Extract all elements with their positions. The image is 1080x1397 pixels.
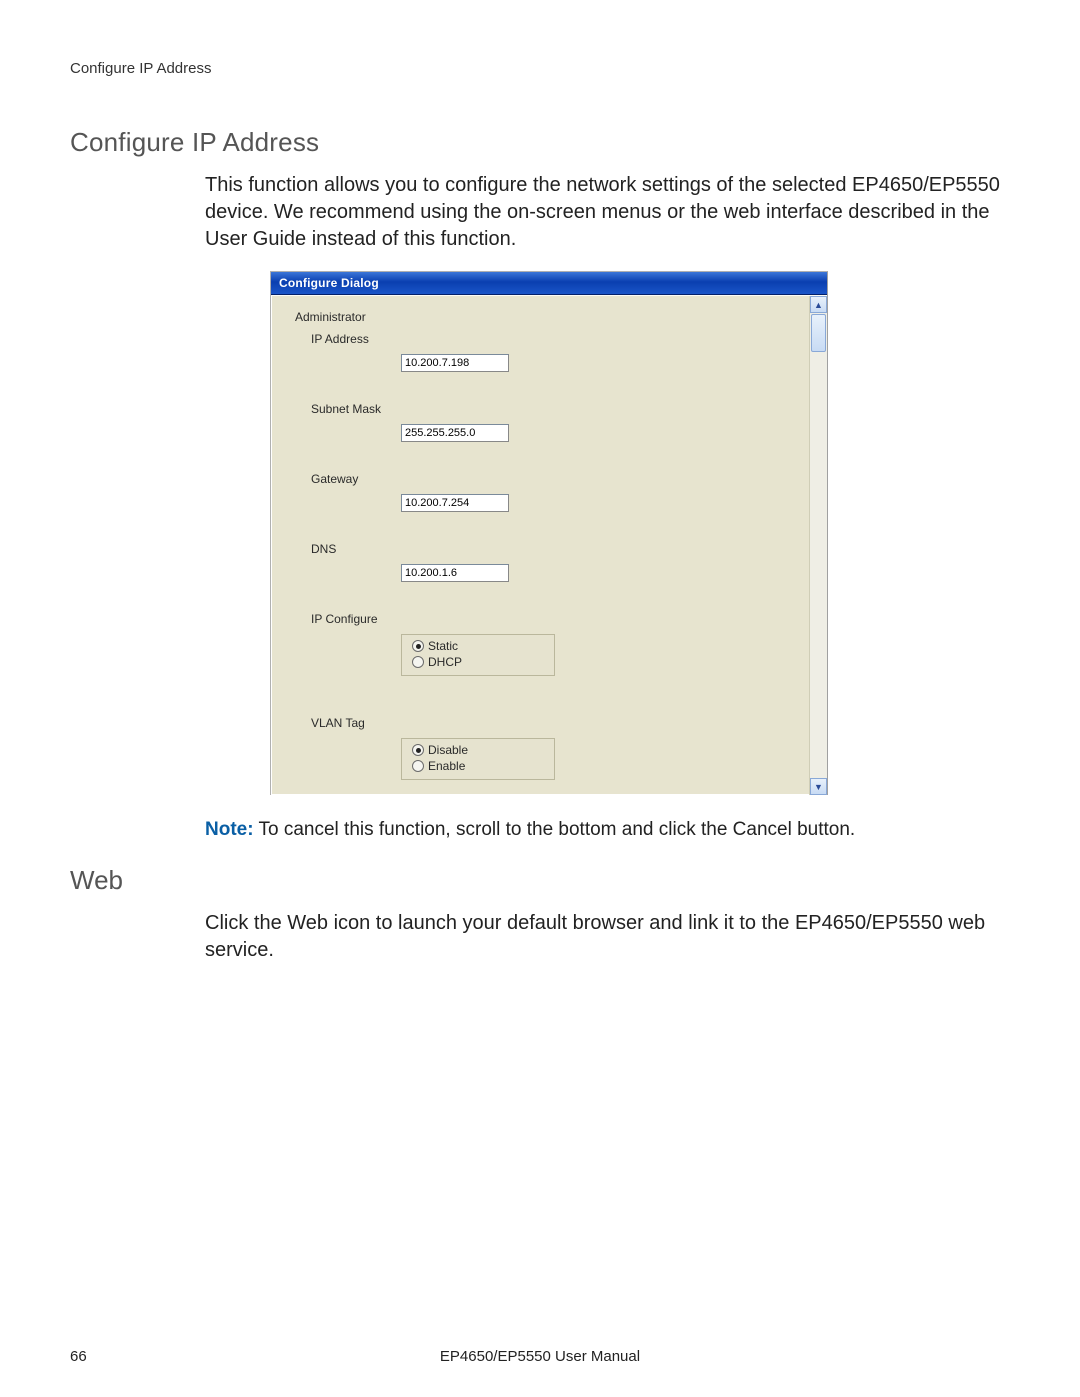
subnet-mask-label: Subnet Mask xyxy=(311,402,807,416)
ip-configure-label: IP Configure xyxy=(311,612,807,626)
scroll-up-icon[interactable]: ▲ xyxy=(810,296,827,313)
running-header: Configure IP Address xyxy=(70,60,1010,77)
dns-label: DNS xyxy=(311,542,807,556)
radio-disable-label: Disable xyxy=(428,743,468,757)
radio-dot-icon xyxy=(412,656,424,668)
scroll-down-icon[interactable]: ▼ xyxy=(810,778,827,795)
dns-input[interactable] xyxy=(401,564,509,582)
radio-dhcp-label: DHCP xyxy=(428,655,462,669)
subnet-mask-input[interactable] xyxy=(401,424,509,442)
dialog-body: Administrator IP Address Subnet Mask Gat… xyxy=(271,295,827,795)
section-title-configure-ip: Configure IP Address xyxy=(70,127,1010,158)
vlan-tag-label: VLAN Tag xyxy=(311,716,807,730)
configure-dialog-window: Configure Dialog Administrator IP Addres… xyxy=(270,271,828,795)
note-text: To cancel this function, scroll to the b… xyxy=(254,819,856,840)
ip-address-input[interactable] xyxy=(401,354,509,372)
note-label: Note: xyxy=(205,819,254,840)
gateway-input[interactable] xyxy=(401,494,509,512)
page-footer: 66 EP4650/EP5550 User Manual xyxy=(70,1348,1010,1365)
dialog-titlebar[interactable]: Configure Dialog xyxy=(271,272,827,295)
section-body-web: Click the Web icon to launch your defaul… xyxy=(205,910,1010,964)
radio-disable[interactable]: Disable xyxy=(412,742,544,758)
ip-address-label: IP Address xyxy=(311,332,807,346)
radio-enable[interactable]: Enable xyxy=(412,758,544,774)
radio-dhcp[interactable]: DHCP xyxy=(412,654,544,670)
scroll-thumb[interactable] xyxy=(811,314,826,352)
ip-configure-radio-group: Static DHCP xyxy=(401,634,555,676)
page: Configure IP Address Configure IP Addres… xyxy=(0,0,1080,1397)
radio-dot-icon xyxy=(412,640,424,652)
manual-title: EP4650/EP5550 User Manual xyxy=(440,1348,640,1365)
dialog-title: Configure Dialog xyxy=(279,276,379,290)
radio-dot-icon xyxy=(412,744,424,756)
section-title-web: Web xyxy=(70,865,1010,896)
section-body-configure-ip: This function allows you to configure th… xyxy=(205,172,1010,253)
note-line: Note: To cancel this function, scroll to… xyxy=(205,819,1010,841)
radio-dot-icon xyxy=(412,760,424,772)
administrator-label: Administrator xyxy=(295,310,807,324)
radio-static-label: Static xyxy=(428,639,458,653)
page-number: 66 xyxy=(70,1348,87,1365)
radio-static[interactable]: Static xyxy=(412,638,544,654)
gateway-label: Gateway xyxy=(311,472,807,486)
dialog-scrollbar[interactable]: ▲ ▼ xyxy=(809,296,827,795)
radio-enable-label: Enable xyxy=(428,759,465,773)
vlan-tag-radio-group: Disable Enable xyxy=(401,738,555,780)
